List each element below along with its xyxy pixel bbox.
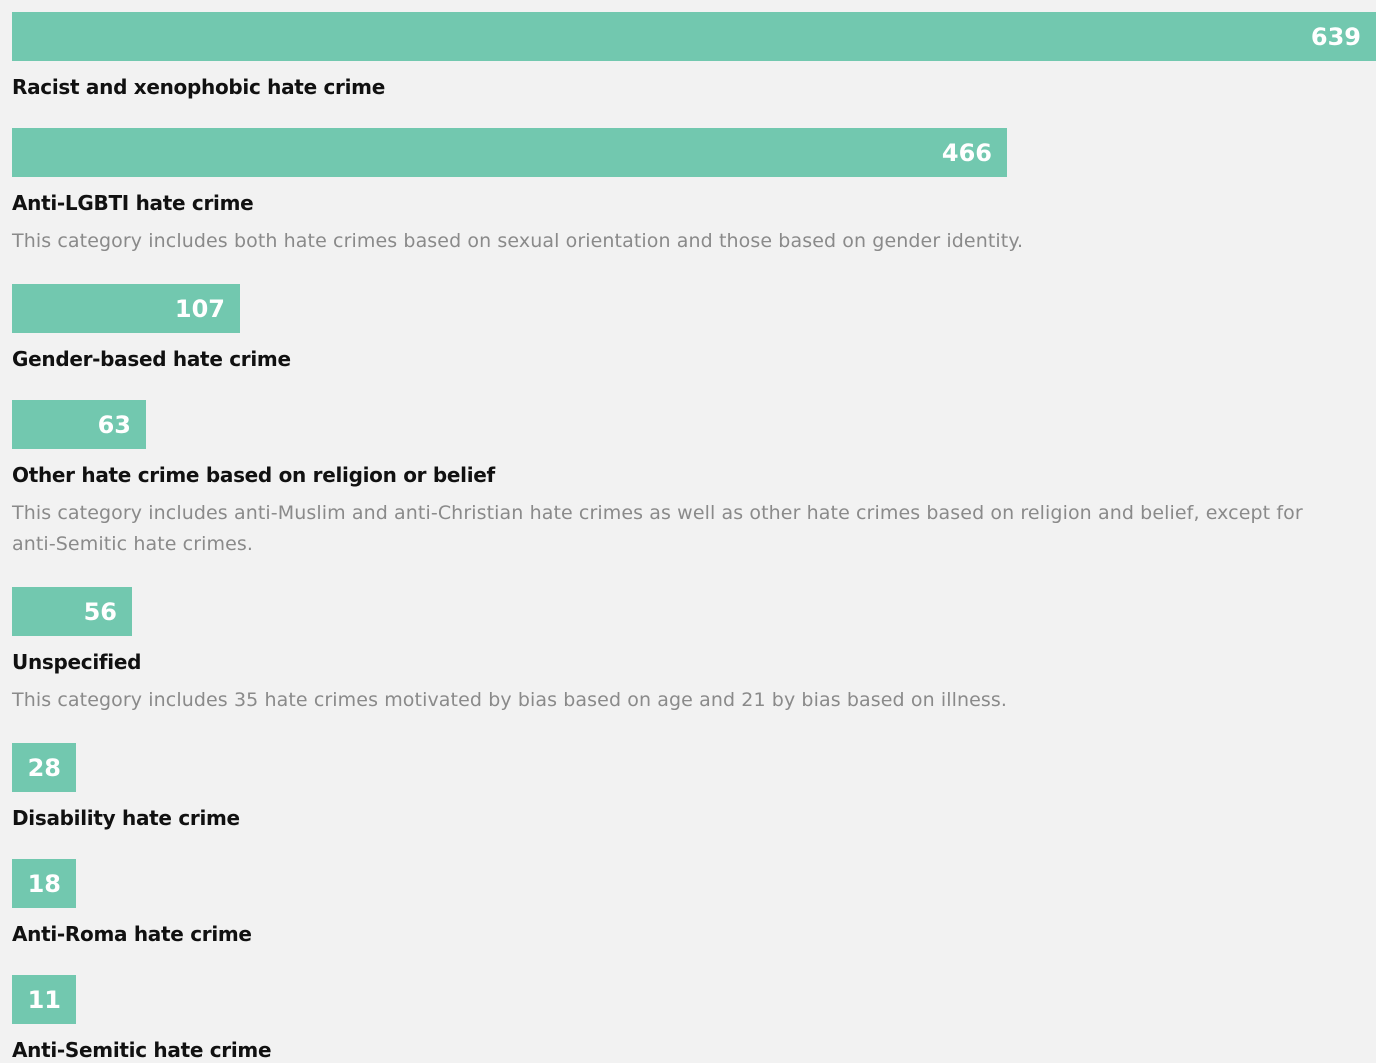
category-label: Other hate crime based on religion or be… [12, 463, 495, 487]
bar: 28 [12, 743, 76, 792]
bar-value-label: 56 [83, 597, 117, 626]
category-note: This category includes 35 hate crimes mo… [12, 689, 1008, 711]
bar-value-label: 18 [27, 869, 61, 898]
bar: 18 [12, 859, 76, 908]
bar: 639 [12, 12, 1376, 61]
bar: 107 [12, 284, 240, 333]
category-note: This category includes anti-Muslim and a… [12, 502, 1303, 555]
category-label: Anti-Roma hate crime [12, 922, 252, 946]
category-label: Gender-based hate crime [12, 347, 291, 371]
category-label: Unspecified [12, 650, 142, 674]
bar-value-label: 28 [27, 753, 61, 782]
bar: 466 [12, 128, 1007, 177]
bar-value-label: 11 [27, 985, 61, 1014]
bar: 11 [12, 975, 76, 1024]
bar-value-label: 466 [941, 138, 992, 167]
bar: 63 [12, 400, 146, 449]
category-label: Disability hate crime [12, 806, 240, 830]
category-label: Anti-Semitic hate crime [12, 1038, 272, 1062]
category-label: Racist and xenophobic hate crime [12, 75, 385, 99]
bar-value-label: 63 [97, 410, 131, 439]
bar-value-label: 639 [1310, 22, 1361, 51]
category-note: This category includes both hate crimes … [12, 230, 1024, 252]
bar: 56 [12, 587, 132, 636]
bar-value-label: 107 [174, 294, 225, 323]
category-label: Anti-LGBTI hate crime [12, 191, 254, 215]
